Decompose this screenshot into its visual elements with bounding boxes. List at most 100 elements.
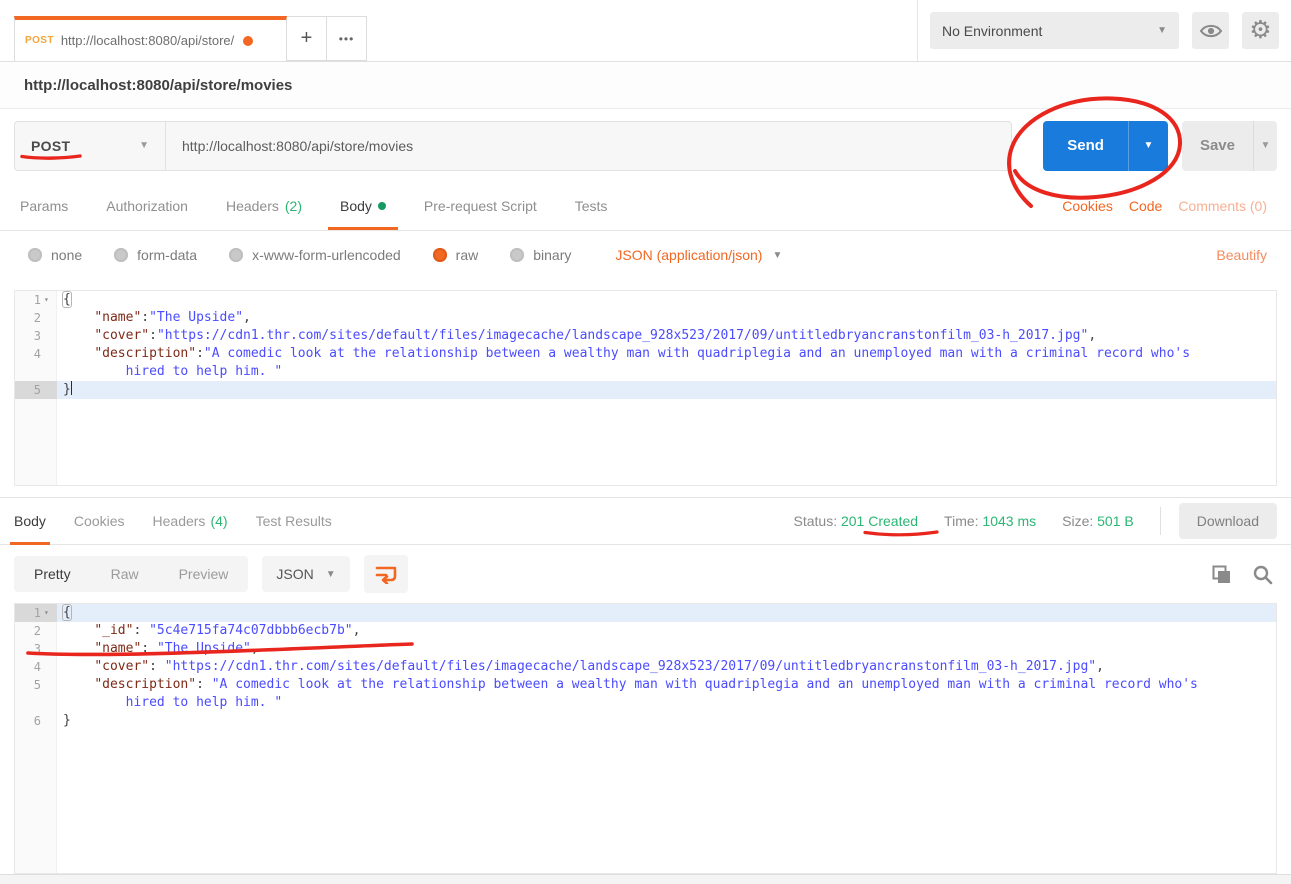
code-line[interactable]: 6} — [15, 712, 1276, 730]
tab-label: Params — [20, 198, 68, 214]
more-tabs-button[interactable]: ••• — [327, 16, 367, 61]
save-split-button: Save ▼ — [1182, 121, 1277, 171]
size-value: 501 B — [1097, 513, 1134, 529]
copy-response-button[interactable] — [1211, 564, 1232, 585]
code-line[interactable]: 2 "name":"The Upside", — [15, 309, 1276, 327]
response-tab-headers[interactable]: Headers (4) — [153, 498, 228, 545]
save-button[interactable]: Save — [1182, 121, 1253, 171]
send-options-button[interactable]: ▼ — [1128, 121, 1168, 171]
line-number: 2 — [15, 622, 57, 640]
radio-icon — [229, 248, 243, 262]
radio-none[interactable]: none — [28, 247, 82, 263]
download-button[interactable]: Download — [1179, 503, 1277, 539]
radio-raw[interactable]: raw — [433, 247, 479, 263]
code-line[interactable]: 4 "cover": "https://cdn1.thr.com/sites/d… — [15, 658, 1276, 676]
line-number: 4 — [15, 345, 57, 363]
response-format-select[interactable]: JSON ▼ — [262, 556, 349, 592]
bottom-scrollbar-strip[interactable] — [0, 874, 1291, 884]
body-content-dot — [378, 202, 386, 210]
settings-button[interactable]: ⚙ — [1242, 12, 1279, 49]
environment-area: No Environment ▼ ⚙ — [917, 0, 1291, 61]
url-input[interactable] — [165, 121, 1012, 171]
response-tab-body[interactable]: Body — [14, 498, 46, 545]
code-line[interactable]: hired to help him. " — [15, 694, 1276, 712]
radio-label: raw — [456, 247, 479, 263]
cookies-link[interactable]: Cookies — [1062, 198, 1113, 214]
open-request-tab[interactable]: POST http://localhost:8080/api/store/ — [14, 16, 287, 61]
radio-binary[interactable]: binary — [510, 247, 571, 263]
code-link[interactable]: Code — [1129, 198, 1162, 214]
send-button[interactable]: Send — [1043, 121, 1128, 171]
code-line[interactable]: 1▾{ — [15, 604, 1276, 622]
fold-caret-icon: ▾ — [44, 604, 57, 622]
code-line[interactable]: 3 "name": "The Upside", — [15, 640, 1276, 658]
wrap-lines-button[interactable] — [364, 555, 408, 593]
code-line[interactable]: 4 "description":"A comedic look at the r… — [15, 345, 1276, 363]
line-number: 5 — [15, 676, 57, 694]
chevron-down-icon: ▼ — [139, 140, 149, 151]
tab-tests[interactable]: Tests — [575, 182, 608, 230]
code-line[interactable]: 2 "_id": "5c4e715fa74c07dbbb6ecb7b", — [15, 622, 1276, 640]
code-line[interactable]: 5} — [15, 381, 1276, 399]
radio-x-www-form-urlencoded[interactable]: x-www-form-urlencoded — [229, 247, 401, 263]
environment-select[interactable]: No Environment ▼ — [930, 12, 1179, 49]
chevron-down-icon: ▼ — [772, 250, 782, 261]
unsaved-changes-dot — [243, 36, 253, 46]
wrap-lines-icon — [375, 564, 397, 584]
content-type-select[interactable]: JSON (application/json) ▼ — [615, 247, 782, 263]
request-title: http://localhost:8080/api/store/movies — [24, 77, 292, 94]
chevron-down-icon: ▼ — [1157, 25, 1167, 36]
response-view-group: Pretty Raw Preview — [14, 556, 248, 592]
time-label: Time: — [944, 513, 978, 529]
line-number: 1▾ — [15, 604, 57, 622]
view-preview[interactable]: Preview — [159, 556, 249, 592]
status-value: 201 Created — [841, 513, 918, 529]
radio-form-data[interactable]: form-data — [114, 247, 197, 263]
code-line[interactable]: 1▾{ — [15, 291, 1276, 309]
tab-label: Authorization — [106, 198, 188, 214]
line-number: 1▾ — [15, 291, 57, 309]
time-value: 1043 ms — [982, 513, 1036, 529]
environment-value: No Environment — [942, 23, 1042, 39]
tab-pre-request-script[interactable]: Pre-request Script — [424, 182, 537, 230]
save-options-button[interactable]: ▼ — [1253, 121, 1277, 171]
search-response-button[interactable] — [1252, 564, 1273, 585]
tab-authorization[interactable]: Authorization — [106, 182, 188, 230]
eye-icon — [1199, 22, 1223, 40]
radio-selected-icon — [433, 248, 447, 262]
view-raw[interactable]: Raw — [91, 556, 159, 592]
response-tab-test-results[interactable]: Test Results — [256, 498, 332, 545]
line-number: 3 — [15, 640, 57, 658]
size-pair: Size: 501 B — [1062, 513, 1134, 529]
tab-body[interactable]: Body — [340, 182, 386, 230]
response-body-editor[interactable]: 1▾{2 "_id": "5c4e715fa74c07dbbb6ecb7b",3… — [14, 603, 1277, 874]
tab-label: Headers — [153, 513, 206, 529]
tab-params[interactable]: Params — [20, 182, 68, 230]
method-select[interactable]: POST ▼ — [14, 121, 165, 171]
code-line[interactable]: 3 "cover":"https://cdn1.thr.com/sites/de… — [15, 327, 1276, 345]
code-line[interactable]: hired to help him. " — [15, 363, 1276, 381]
line-number: 4 — [15, 658, 57, 676]
tab-label: Body — [340, 198, 372, 214]
beautify-link[interactable]: Beautify — [1216, 247, 1267, 263]
content-type-value: JSON (application/json) — [615, 247, 762, 263]
time-pair: Time: 1043 ms — [944, 513, 1036, 529]
comments-link[interactable]: Comments (0) — [1178, 198, 1267, 214]
tab-method-label: POST — [25, 35, 54, 46]
line-number: 2 — [15, 309, 57, 327]
new-tab-button[interactable]: + — [287, 16, 327, 61]
response-tab-cookies[interactable]: Cookies — [74, 498, 125, 545]
environment-quicklook-button[interactable] — [1192, 12, 1229, 49]
code-line[interactable]: 5 "description": "A comedic look at the … — [15, 676, 1276, 694]
radio-label: form-data — [137, 247, 197, 263]
request-body-editor[interactable]: 1▾{2 "name":"The Upside",3 "cover":"http… — [14, 290, 1277, 486]
format-value: JSON — [276, 566, 313, 582]
response-tools — [1211, 564, 1273, 585]
divider — [1160, 507, 1161, 535]
line-number — [15, 694, 57, 712]
method-value: POST — [31, 138, 70, 154]
radio-icon — [28, 248, 42, 262]
copy-icon — [1211, 564, 1232, 585]
tab-headers[interactable]: Headers (2) — [226, 182, 302, 230]
view-pretty[interactable]: Pretty — [14, 556, 91, 592]
